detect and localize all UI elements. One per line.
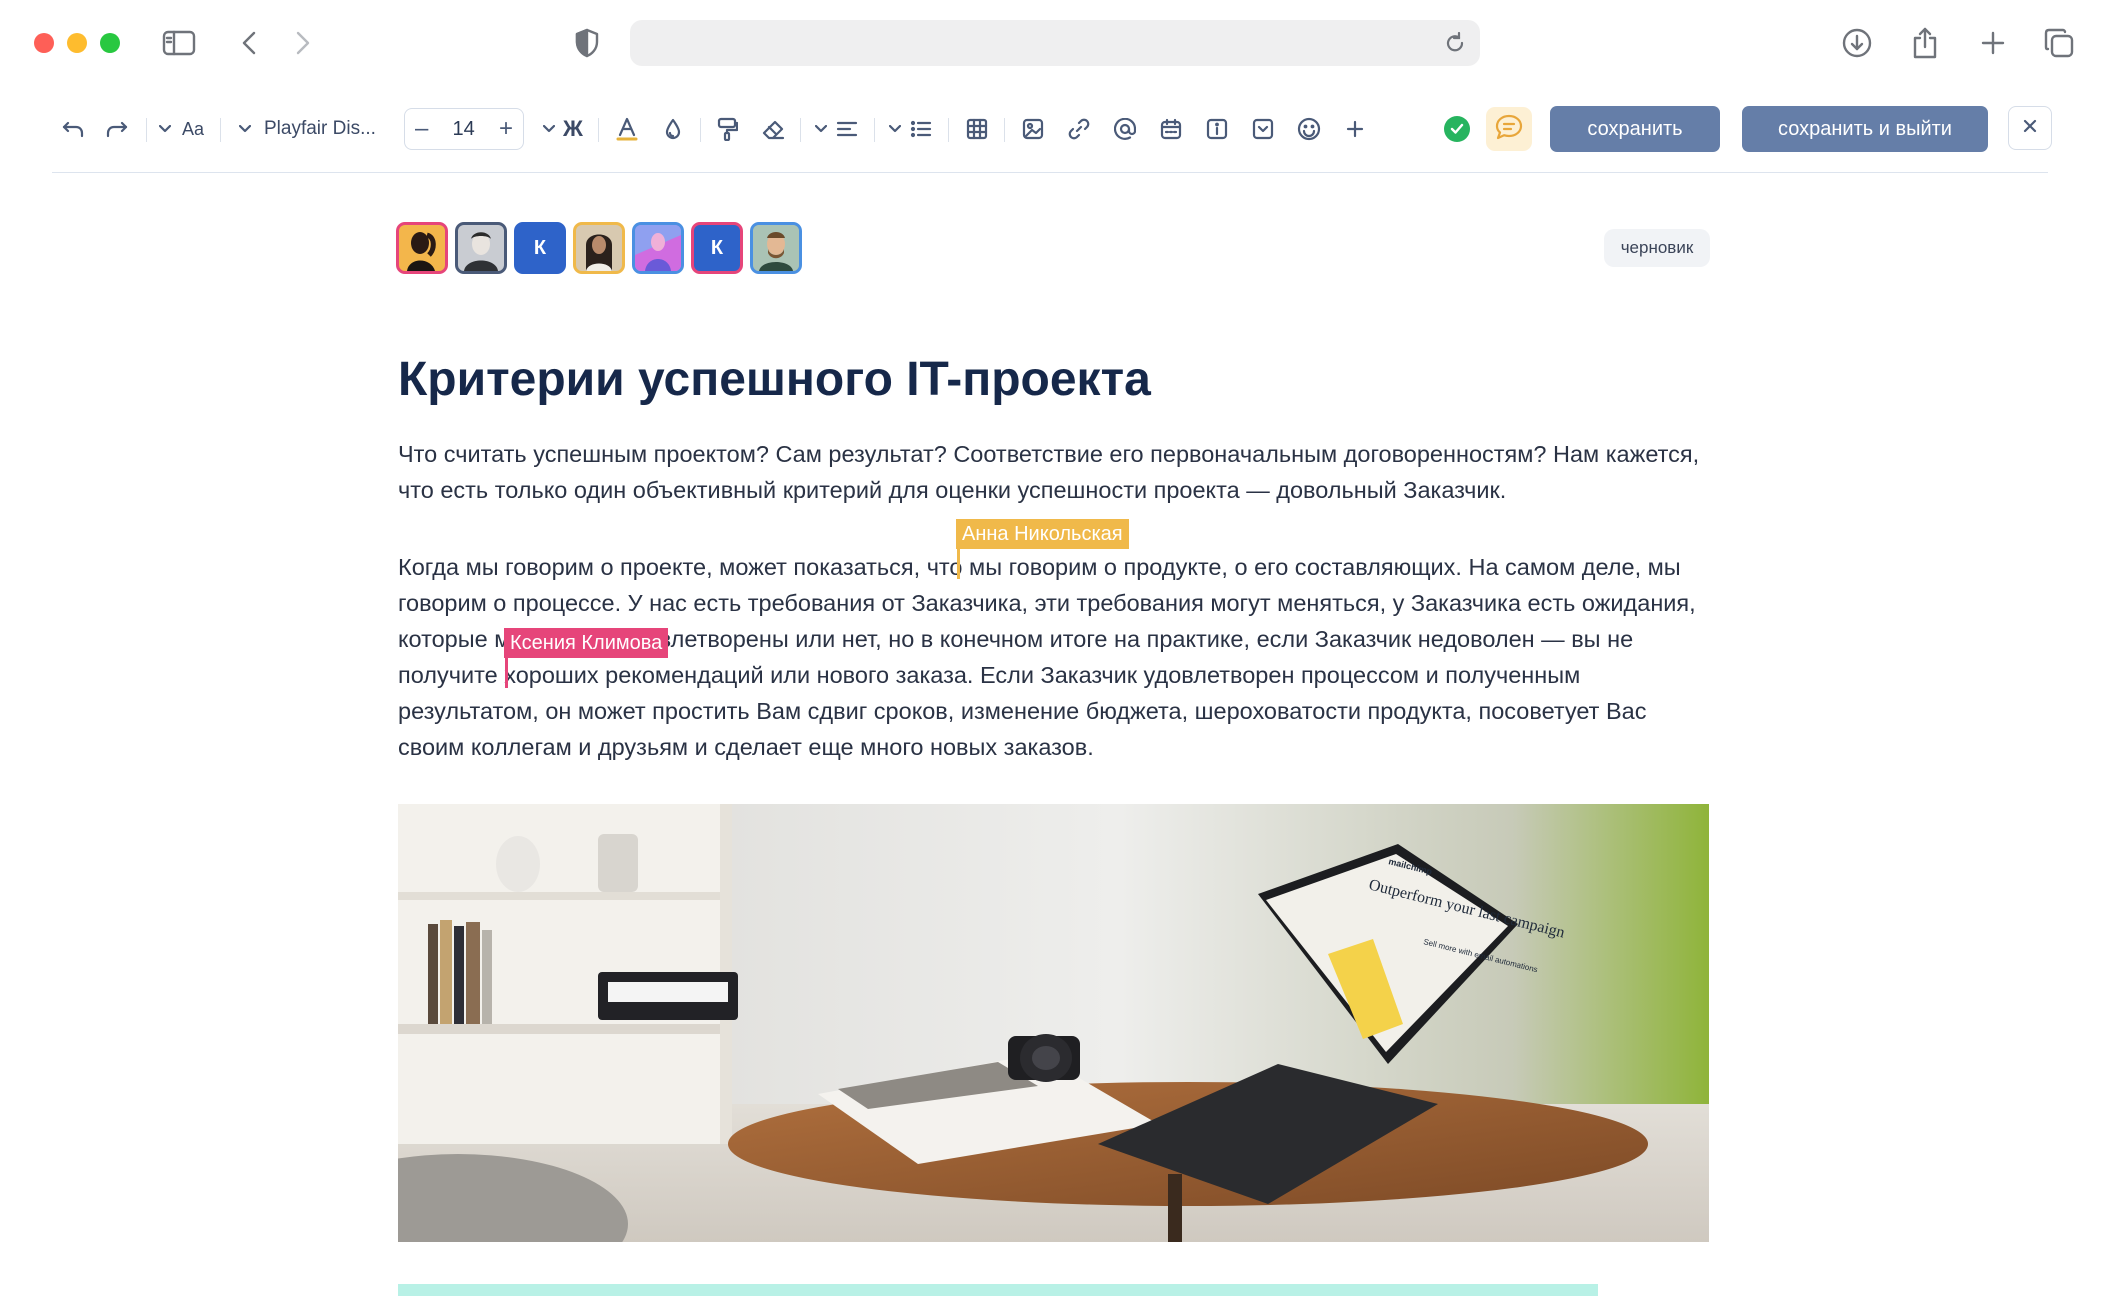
shield-icon[interactable]: [568, 24, 606, 62]
insert-more-icon[interactable]: [1340, 112, 1370, 146]
format-painter-icon[interactable]: [712, 112, 742, 146]
editor-toolbar: Aa Playfair Dis... – 14 + Ж сохранить со…: [52, 98, 2052, 160]
collaborator-cursor-caret: [505, 658, 508, 688]
collapse-block-icon[interactable]: [1248, 112, 1278, 146]
font-size-stepper: – 14 +: [404, 108, 524, 150]
tabs-overview-icon[interactable]: [2040, 24, 2078, 62]
share-icon[interactable]: [1906, 24, 1944, 62]
save-and-exit-button[interactable]: сохранить и выйти: [1742, 106, 1988, 152]
emoji-icon[interactable]: [1294, 112, 1324, 146]
paragraph[interactable]: Что считать успешным проектом? Сам резул…: [398, 436, 1718, 508]
comment-icon: [1494, 113, 1524, 146]
undo-icon[interactable]: [56, 112, 90, 146]
download-icon[interactable]: [1838, 24, 1876, 62]
avatar[interactable]: [750, 222, 802, 274]
minimize-window-button[interactable]: [67, 33, 87, 53]
font-dropdown-chevron-icon[interactable]: [236, 112, 254, 146]
collaborator-cursor-caret: [957, 549, 960, 579]
bullet-list-icon[interactable]: [906, 112, 936, 146]
info-block-icon[interactable]: [1202, 112, 1232, 146]
mention-icon[interactable]: [1110, 112, 1140, 146]
avatar[interactable]: [632, 222, 684, 274]
zoom-window-button[interactable]: [100, 33, 120, 53]
close-icon: [2023, 119, 2037, 138]
list-dropdown-chevron-icon[interactable]: [886, 112, 904, 146]
collaborators-list: К К: [396, 222, 802, 274]
page-title[interactable]: Критерии успешного IT-проекта: [398, 352, 1151, 407]
browser-chrome: [0, 0, 2107, 86]
avatar[interactable]: [396, 222, 448, 274]
save-button[interactable]: сохранить: [1550, 106, 1720, 152]
image-icon[interactable]: [1018, 112, 1048, 146]
highlight-color-icon[interactable]: [658, 112, 688, 146]
text-style-button[interactable]: Aa: [178, 112, 208, 146]
reload-icon[interactable]: [1444, 31, 1466, 59]
close-editor-button[interactable]: [2008, 106, 2052, 150]
status-badge: черновик: [1604, 229, 1710, 267]
sync-status-icon: [1444, 116, 1470, 142]
text-style-dropdown-chevron-icon[interactable]: [156, 112, 174, 146]
font-family-select[interactable]: Playfair Dis...: [264, 112, 392, 146]
table-icon[interactable]: [962, 112, 992, 146]
collaborator-cursor-label: Ксения Климова: [504, 628, 669, 658]
new-tab-icon[interactable]: [1974, 24, 2012, 62]
align-left-icon[interactable]: [832, 112, 862, 146]
highlight-block: [398, 1284, 1598, 1296]
avatar[interactable]: [573, 222, 625, 274]
avatar[interactable]: К: [691, 222, 743, 274]
font-size-value[interactable]: 14: [453, 118, 475, 141]
back-icon[interactable]: [230, 24, 268, 62]
forward-icon[interactable]: [284, 24, 322, 62]
link-icon[interactable]: [1064, 112, 1094, 146]
eraser-icon[interactable]: [758, 112, 788, 146]
font-size-increase-button[interactable]: +: [499, 117, 513, 141]
sidebar-icon[interactable]: [160, 24, 198, 62]
close-window-button[interactable]: [34, 33, 54, 53]
article-image[interactable]: Outperform your last campaign mailchimp …: [398, 804, 1709, 1242]
redo-icon[interactable]: [100, 112, 134, 146]
text-color-icon[interactable]: [612, 112, 642, 146]
toolbar-divider: [52, 172, 2048, 173]
calendar-icon[interactable]: [1156, 112, 1186, 146]
bold-button[interactable]: Ж: [560, 112, 586, 146]
collaborator-cursor-label: Анна Никольская: [956, 519, 1129, 549]
address-bar[interactable]: [630, 20, 1480, 66]
avatar[interactable]: [455, 222, 507, 274]
bold-dropdown-chevron-icon[interactable]: [540, 112, 558, 146]
comments-button[interactable]: [1486, 107, 1532, 151]
font-size-decrease-button[interactable]: –: [415, 117, 428, 141]
avatar[interactable]: К: [514, 222, 566, 274]
align-dropdown-chevron-icon[interactable]: [812, 112, 830, 146]
